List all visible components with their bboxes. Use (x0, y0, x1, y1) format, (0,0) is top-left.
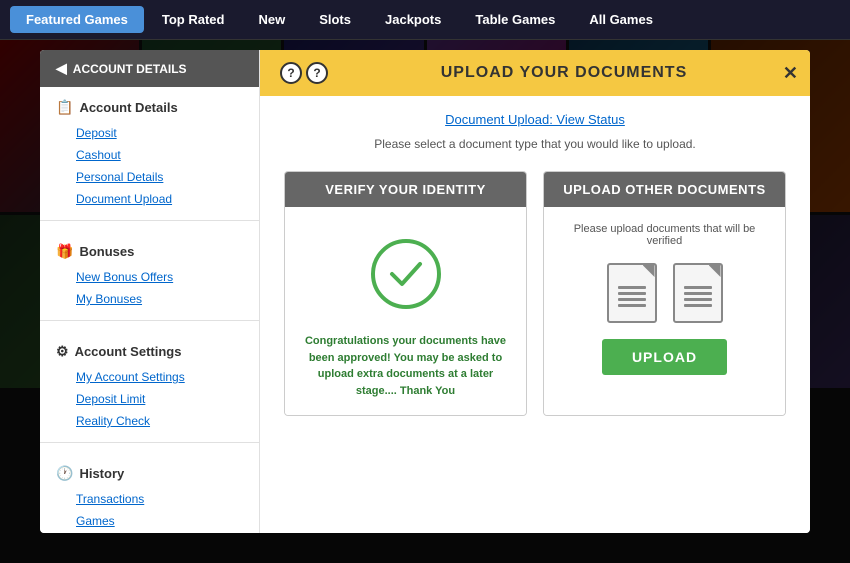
nav-tab-all-games[interactable]: All Games (573, 6, 669, 33)
sidebar-link-transactions[interactable]: Transactions (56, 488, 243, 510)
nav-tab-jackpots[interactable]: Jackpots (369, 6, 457, 33)
sidebar-back-button[interactable]: ◀ ACCOUNT DETAILS (40, 50, 259, 87)
verify-identity-header: VERIFY YOUR IDENTITY (285, 172, 526, 207)
sidebar-link-my-account-settings[interactable]: My Account Settings (56, 366, 243, 388)
nav-tab-new[interactable]: New (242, 6, 301, 33)
account-details-icon: 📋 (56, 99, 73, 116)
doc-line (684, 298, 712, 301)
bonuses-title: 🎁 Bonuses (56, 243, 243, 260)
doc-line (618, 304, 646, 307)
back-arrow-icon: ◀ (56, 60, 67, 77)
nav-tab-slots[interactable]: Slots (303, 6, 367, 33)
nav-tab-featured-games[interactable]: Featured Games (10, 6, 144, 33)
nav-tab-table-games[interactable]: Table Games (459, 6, 571, 33)
sidebar-section-bonuses: 🎁 Bonuses New Bonus Offers My Bonuses (40, 231, 259, 310)
sidebar-back-label: ACCOUNT DETAILS (73, 62, 187, 76)
doc-lines-1 (618, 286, 646, 307)
modal-main-content: ? ? UPLOAD YOUR DOCUMENTS ✕ Document Upl… (260, 50, 810, 533)
upload-other-header: UPLOAD OTHER DOCUMENTS (544, 172, 785, 207)
account-details-title: 📋 Account Details (56, 99, 243, 116)
modal-body: Document Upload: View Status Please sele… (260, 96, 810, 533)
doc-line (684, 286, 712, 289)
sidebar-link-deposit-limit[interactable]: Deposit Limit (56, 388, 243, 410)
help-icon-1[interactable]: ? (280, 62, 302, 84)
document-cards: VERIFY YOUR IDENTITY Congratulations you… (284, 171, 786, 416)
verify-check-circle (371, 239, 441, 309)
sidebar-link-my-bonuses[interactable]: My Bonuses (56, 288, 243, 310)
sidebar-link-new-bonus-offers[interactable]: New Bonus Offers (56, 266, 243, 288)
account-sidebar: ◀ ACCOUNT DETAILS 📋 Account Details Depo… (40, 50, 260, 533)
upload-documents-modal: ◀ ACCOUNT DETAILS 📋 Account Details Depo… (40, 50, 810, 533)
document-icon-2 (673, 263, 723, 323)
upload-description: Please upload documents that will be ver… (560, 223, 769, 247)
doc-line (618, 292, 646, 295)
sidebar-divider-1 (40, 220, 259, 221)
bonuses-icon: 🎁 (56, 243, 73, 260)
upload-other-card: UPLOAD OTHER DOCUMENTS Please upload doc… (543, 171, 786, 416)
sidebar-link-games[interactable]: Games (56, 510, 243, 532)
sidebar-link-cashout[interactable]: Cashout (56, 144, 243, 166)
upload-other-body: Please upload documents that will be ver… (544, 207, 785, 415)
sidebar-link-deposit[interactable]: Deposit (56, 122, 243, 144)
doc-line (684, 304, 712, 307)
sidebar-link-personal-details[interactable]: Personal Details (56, 166, 243, 188)
verify-identity-card: VERIFY YOUR IDENTITY Congratulations you… (284, 171, 527, 416)
verify-congrats-text: Congratulations your documents have been… (301, 333, 510, 399)
doc-line (618, 298, 646, 301)
modal-header: ? ? UPLOAD YOUR DOCUMENTS ✕ (260, 50, 810, 96)
checkmark-icon (386, 254, 426, 294)
history-icon: 🕐 (56, 465, 73, 482)
document-icon-1 (607, 263, 657, 323)
document-instruction: Please select a document type that you w… (284, 137, 786, 151)
modal-header-icons: ? ? (280, 62, 328, 84)
account-settings-icon: ⚙ (56, 343, 69, 360)
doc-line (618, 286, 646, 289)
sidebar-divider-2 (40, 320, 259, 321)
upload-button[interactable]: UPLOAD (602, 339, 727, 375)
upload-doc-icons (607, 263, 723, 323)
history-title: 🕐 History (56, 465, 243, 482)
sidebar-divider-3 (40, 442, 259, 443)
verify-identity-body: Congratulations your documents have been… (285, 207, 526, 415)
doc-line (684, 292, 712, 295)
account-settings-title: ⚙ Account Settings (56, 343, 243, 360)
sidebar-section-history: 🕐 History Transactions Games (40, 453, 259, 532)
help-icon-2[interactable]: ? (306, 62, 328, 84)
top-navigation: Featured Games Top Rated New Slots Jackp… (0, 0, 850, 40)
document-status-link[interactable]: Document Upload: View Status (284, 112, 786, 127)
sidebar-link-reality-check[interactable]: Reality Check (56, 410, 243, 432)
doc-lines-2 (684, 286, 712, 307)
sidebar-link-document-upload[interactable]: Document Upload (56, 188, 243, 210)
modal-close-button[interactable]: ✕ (783, 64, 798, 82)
sidebar-section-account-details: 📋 Account Details Deposit Cashout Person… (40, 87, 259, 210)
nav-tab-top-rated[interactable]: Top Rated (146, 6, 241, 33)
sidebar-section-account-settings: ⚙ Account Settings My Account Settings D… (40, 331, 259, 432)
modal-title: UPLOAD YOUR DOCUMENTS (338, 64, 790, 82)
